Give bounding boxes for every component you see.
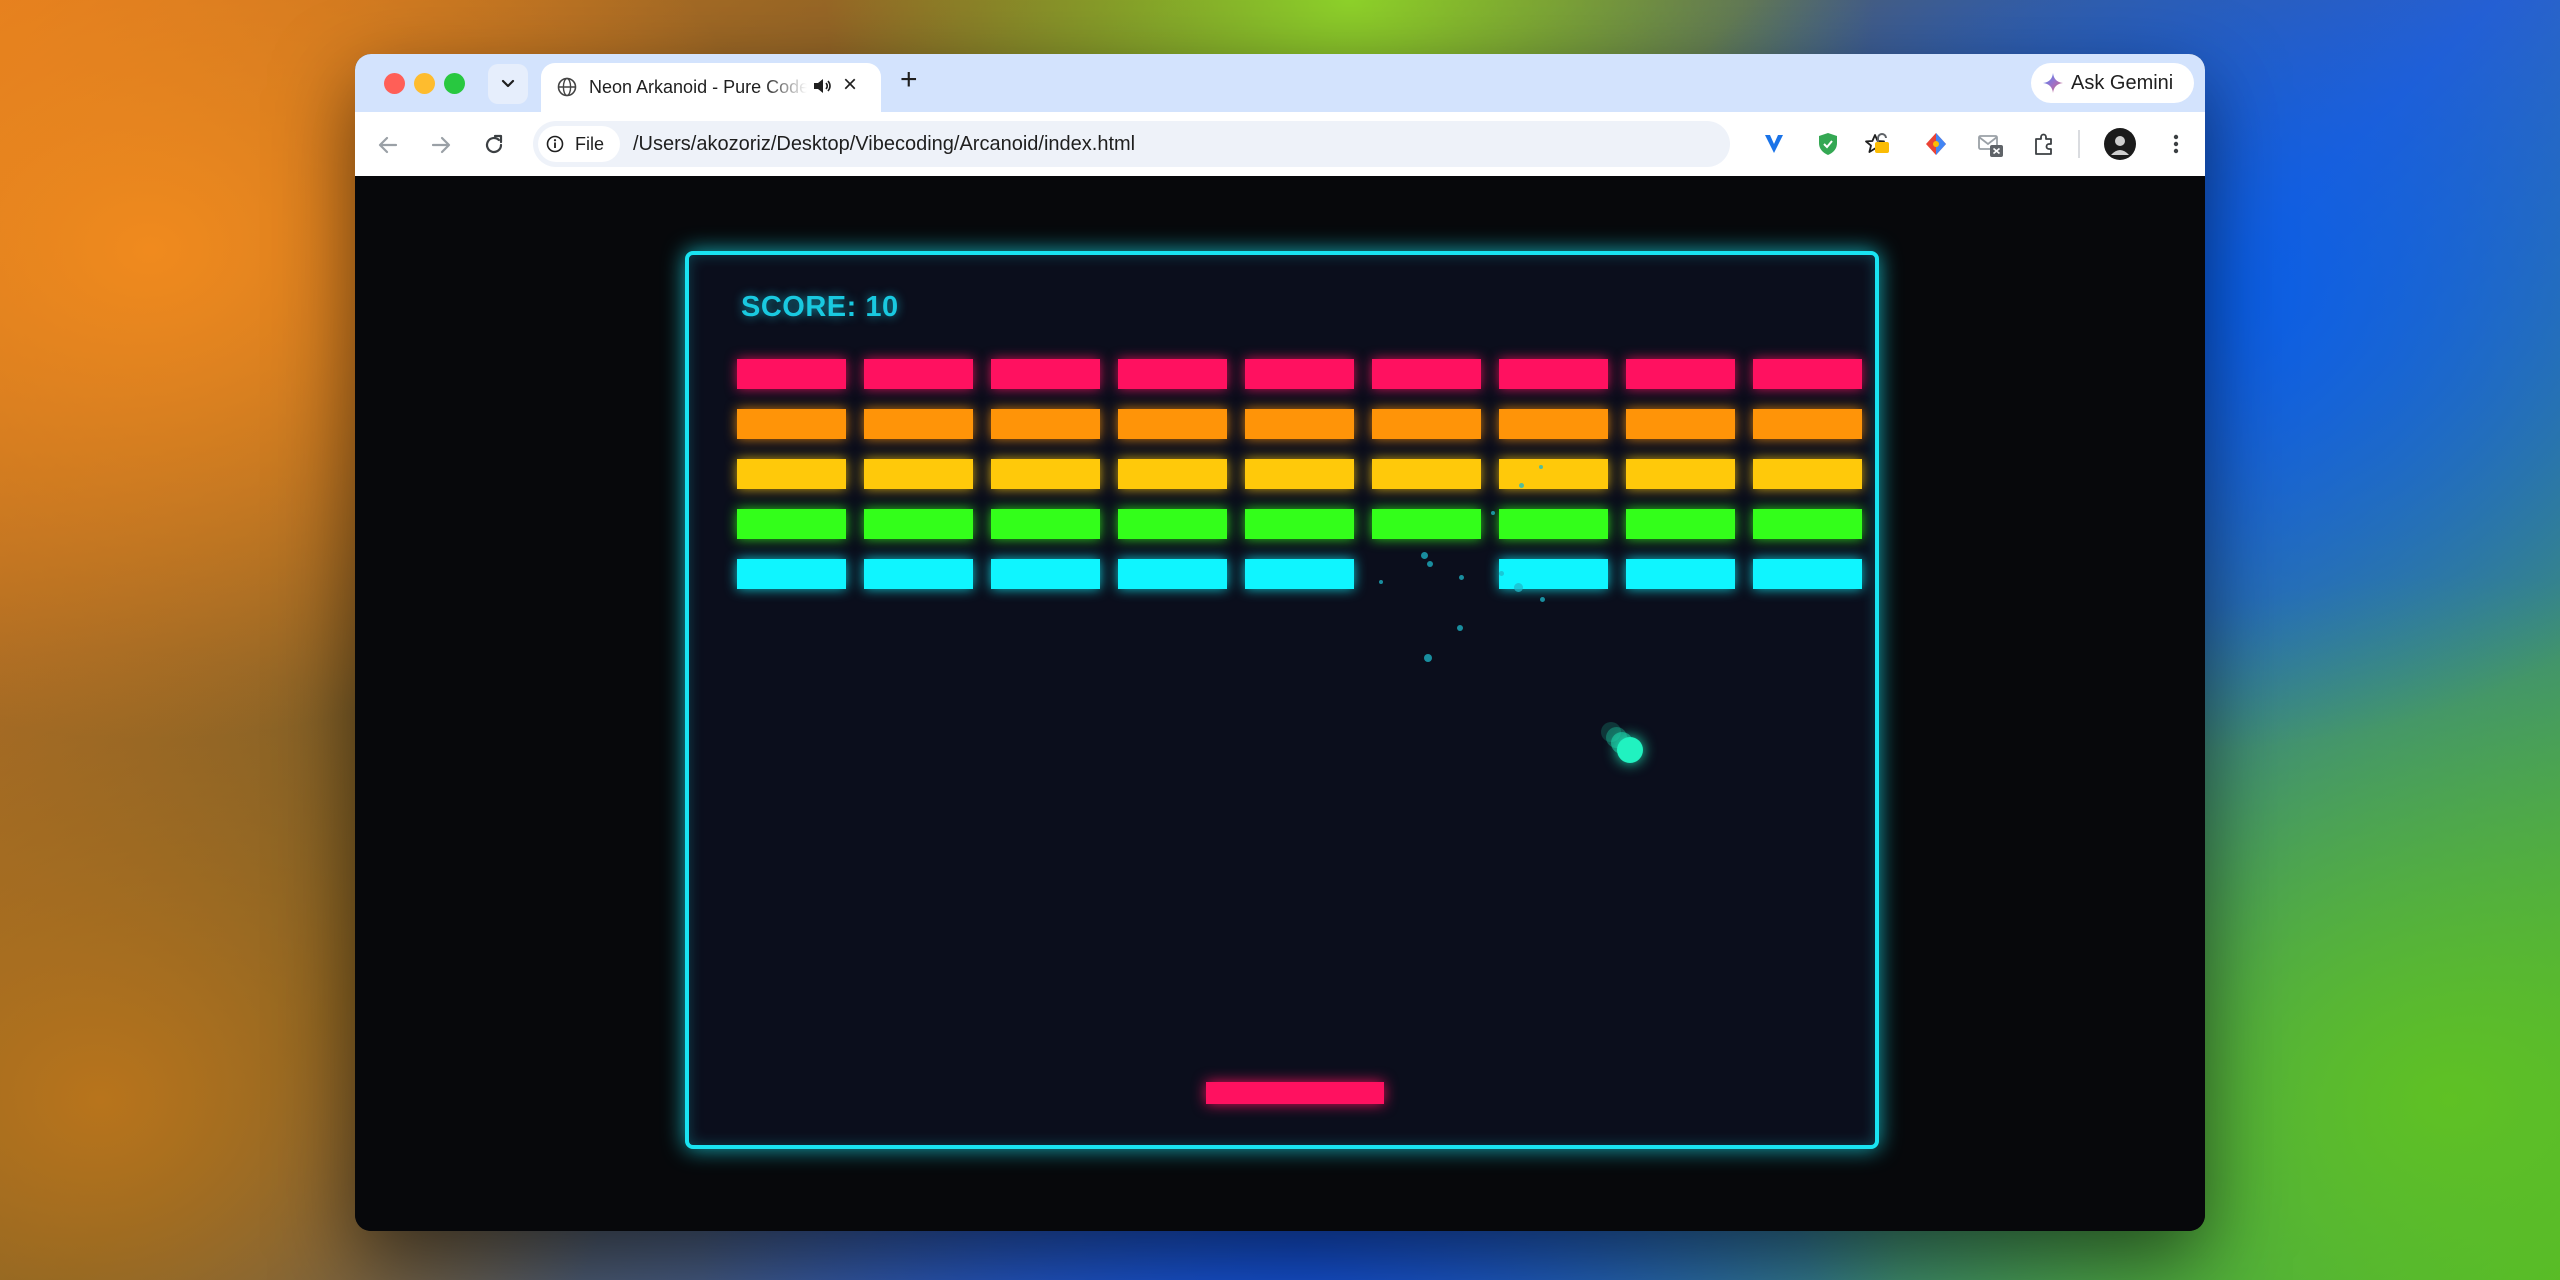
brick [991,409,1100,439]
browser-window: Neon Arkanoid - Pure Code × + Ask Gemini [355,54,2205,1231]
ask-gemini-label: Ask Gemini [2071,72,2174,94]
site-info-label: File [575,134,605,154]
brick [1626,559,1735,589]
shield-extension-icon[interactable] [1814,130,1842,158]
brick [1753,559,1862,589]
globe-icon [557,77,577,97]
brick [1372,359,1481,389]
site-info-button[interactable]: File [538,126,620,162]
brick [864,359,973,389]
brick [1626,359,1735,389]
tab-list-button[interactable] [488,64,528,104]
brick [864,459,973,489]
plus-icon[interactable]: + [900,65,918,95]
info-icon [546,135,564,153]
brick [864,559,973,589]
brick [1245,359,1354,389]
toolbar-divider [2078,130,2080,158]
brick [1499,459,1608,489]
brick [1753,459,1862,489]
brick [1753,509,1862,539]
brick [1753,359,1862,389]
gemini-icon [2043,73,2063,93]
brick [864,409,973,439]
reload-icon[interactable] [481,132,507,158]
particle [1499,571,1504,576]
brick [1499,359,1608,389]
particle [1540,597,1545,602]
avatar[interactable] [2104,128,2136,160]
particle [1379,580,1383,584]
zoom-window-button[interactable] [444,73,465,94]
brick [1626,459,1735,489]
score-label: SCORE: 10 [741,291,899,323]
address-bar[interactable]: File /Users/akozoriz/Desktop/Vibecoding/… [533,121,1885,167]
particle [1459,575,1464,580]
brick [991,509,1100,539]
particle [1421,552,1428,559]
brick [1372,459,1481,489]
brick [1118,359,1227,389]
mail-x-extension-icon[interactable] [1976,130,2004,158]
brick [1499,409,1608,439]
brick [737,459,846,489]
brick [991,459,1100,489]
particle [1427,561,1433,567]
brick [1753,409,1862,439]
brick [1372,409,1481,439]
toolbar: File /Users/akozoriz/Desktop/Vibecoding/… [355,112,2205,176]
brick [1245,459,1354,489]
brick [864,509,973,539]
url-text[interactable]: /Users/akozoriz/Desktop/Vibecoding/Arcan… [633,133,1135,156]
close-icon[interactable]: × [843,73,857,97]
brick [1118,459,1227,489]
arrow-right-icon[interactable] [428,132,454,158]
particle [1519,483,1524,488]
brick [1118,509,1227,539]
brick [991,359,1100,389]
page-content: SCORE: 10 [355,176,2205,1231]
particle [1424,654,1432,662]
brick [991,559,1100,589]
lock-extension-icon[interactable] [1868,130,1896,158]
color-extension-icon[interactable] [1922,130,1950,158]
chevron-down-icon [501,79,515,88]
brick [1245,509,1354,539]
particle [1514,583,1523,592]
ask-gemini-button[interactable]: Ask Gemini [2031,63,2194,103]
tab-bar: Neon Arkanoid - Pure Code × + Ask Gemini [355,54,2205,112]
brick [1118,409,1227,439]
paddle[interactable] [1206,1082,1384,1104]
ball [1617,737,1643,763]
game-canvas[interactable]: SCORE: 10 [685,251,1879,1149]
brick [737,409,846,439]
brick [1372,509,1481,539]
brick [1245,409,1354,439]
particle [1457,625,1463,631]
active-tab[interactable]: Neon Arkanoid - Pure Code × [541,63,881,112]
brick [737,359,846,389]
particle [1539,465,1543,469]
brick [737,509,846,539]
minimize-window-button[interactable] [414,73,435,94]
brick [1626,409,1735,439]
brick [1626,509,1735,539]
v-extension-icon[interactable] [1760,130,1788,158]
brick [1245,559,1354,589]
brick [1499,509,1608,539]
speaker-icon[interactable] [811,75,833,97]
more-vertical-icon[interactable] [2162,130,2190,158]
brick [737,559,846,589]
particle [1491,511,1495,515]
close-window-button[interactable] [384,73,405,94]
tab-title: Neon Arkanoid - Pure Code [589,77,807,97]
puzzle-icon[interactable] [2030,130,2058,158]
brick [1118,559,1227,589]
arrow-left-icon[interactable] [375,132,401,158]
